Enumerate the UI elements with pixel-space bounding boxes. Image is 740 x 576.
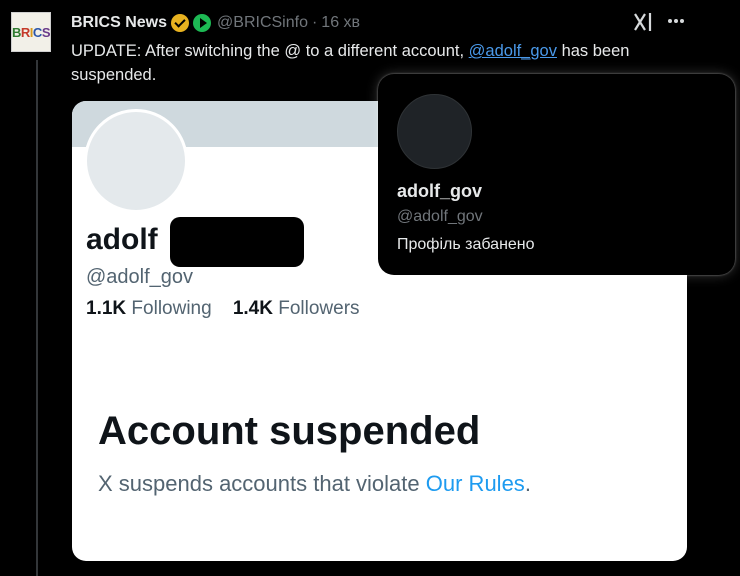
avatar-letter: B [12,24,21,40]
redaction-scribble [170,217,304,267]
author-name[interactable]: BRICS News [71,14,167,32]
suspended-subtitle: X suspends accounts that violate Our Rul… [98,471,531,497]
verified-badge-icon[interactable] [171,14,190,32]
tweet-text-start: UPDATE: After switching the @ to a diffe… [71,42,469,60]
profile-stats: 1.1K Following 1.4K Followers [86,298,360,320]
play-badge-icon[interactable] [193,14,212,32]
profile-handle: @adolf_gov [86,266,194,288]
followers-label: Followers [278,298,360,319]
profile-hover-card: adolf_gov @adolf_gov Профіль забанено [378,74,735,275]
profile-avatar [84,109,188,213]
mention-link[interactable]: @adolf_gov [469,42,557,60]
more-icon[interactable] [666,10,686,32]
hover-card-status: Профіль забанено [397,236,535,253]
profile-name: adolf [86,223,158,256]
hover-card-handle[interactable]: @adolf_gov [397,208,483,226]
tweet-view: BRICS BRICS News @BRICSinfo · 16 хв UPDA… [0,0,740,576]
author-avatar[interactable]: BRICS [11,12,51,52]
avatar-letter: C [32,24,42,40]
subtitle-text: X suspends accounts that violate [98,471,426,496]
following-label: Following [131,298,212,319]
avatar-letter: S [41,24,51,40]
followers-count: 1.4K [232,298,273,319]
subtitle-period: . [524,471,531,496]
tweet-timestamp[interactable]: 16 хв [321,14,360,32]
separator-dot: · [311,14,318,31]
author-handle[interactable]: @BRICSinfo [217,14,308,32]
thread-line [36,60,38,576]
more-icon-glyph [668,19,684,23]
rules-link: Our Rules [425,471,525,496]
hover-card-avatar[interactable] [397,94,472,169]
following-count: 1.1K [86,298,127,319]
suspended-title: Account suspended [98,409,481,453]
hover-card-name[interactable]: adolf_gov [397,181,482,202]
avatar-letter: R [20,24,30,40]
grok-icon[interactable] [632,11,656,33]
tweet-header: BRICS News @BRICSinfo · 16 хв [71,12,360,34]
grok-icon-glyph [634,13,652,31]
